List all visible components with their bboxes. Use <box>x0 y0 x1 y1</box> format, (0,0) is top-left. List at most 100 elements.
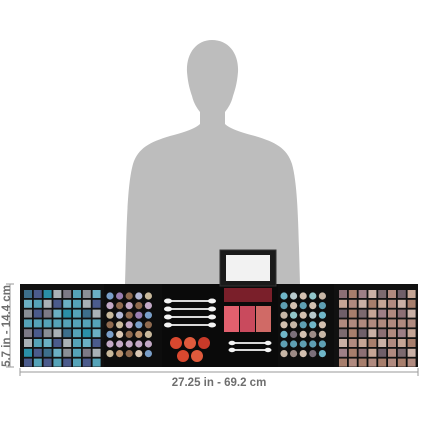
shadow-pan <box>92 358 101 367</box>
shadow-pan <box>368 358 377 367</box>
shadow-pan <box>348 309 357 318</box>
shadow-pan <box>82 348 91 357</box>
shadow-pan <box>280 330 288 338</box>
applicator-tip <box>264 340 272 346</box>
mirror-glass <box>226 255 270 281</box>
shadow-pan <box>368 339 377 347</box>
shadow-pan <box>407 290 416 298</box>
shadow-pan <box>280 321 288 329</box>
shadow-pan <box>24 329 32 338</box>
shadow-pan <box>24 290 32 298</box>
shadow-pan <box>280 311 288 319</box>
shadow-pan <box>388 290 396 298</box>
shadow-pan <box>33 290 42 298</box>
shadow-pan <box>82 329 91 338</box>
shadow-pan <box>144 302 152 310</box>
shadow-pan <box>318 340 326 348</box>
shadow-pan <box>299 350 307 358</box>
shadow-pan <box>24 339 32 347</box>
shadow-pan <box>116 350 124 358</box>
shadow-pan <box>135 321 143 329</box>
shadow-pan <box>378 339 387 347</box>
shadow-pan <box>290 350 298 358</box>
shadow-pan <box>73 329 81 338</box>
shadow-pan <box>290 311 298 319</box>
shadow-pan <box>43 319 52 328</box>
shadow-pan <box>125 302 133 310</box>
shadow-pan <box>290 302 298 310</box>
shadow-pan <box>407 348 416 357</box>
shadow-pan <box>339 290 347 298</box>
width-dimension <box>19 368 419 376</box>
shadow-pan <box>290 340 298 348</box>
shadow-pan <box>299 292 307 300</box>
shadow-pan <box>397 348 406 357</box>
shadow-pan <box>407 299 416 308</box>
shadow-pan <box>358 358 367 367</box>
shadow-pan <box>33 309 42 318</box>
shadow-pan <box>348 339 357 347</box>
product-photo: 5.7 in - 14.4 cm 27.25 in - 69.2 cm <box>1 40 419 389</box>
shadow-pan <box>106 340 114 348</box>
shadow-pan <box>280 292 288 300</box>
shadow-pan <box>53 348 62 357</box>
blush-trio <box>224 288 272 332</box>
shadow-pan <box>407 358 416 367</box>
shadow-pan <box>318 350 326 358</box>
shadow-pan <box>309 321 317 329</box>
shadow-pan <box>63 339 72 347</box>
shadow-pan <box>125 311 133 319</box>
applicator-handle <box>168 316 212 318</box>
shadow-pan <box>388 329 396 338</box>
shadow-pan <box>407 319 416 328</box>
person-silhouette <box>125 40 300 284</box>
shadow-pan <box>125 350 133 358</box>
shadow-pan <box>358 290 367 298</box>
blush-pan <box>198 337 210 349</box>
shadow-pan <box>368 348 377 357</box>
shadow-pan <box>63 329 72 338</box>
shadow-pan <box>368 290 377 298</box>
shadow-pan <box>388 309 396 318</box>
applicator-tip <box>164 314 172 320</box>
shadow-pan <box>144 340 152 348</box>
shadow-pan <box>407 339 416 347</box>
shadow-pan <box>348 290 357 298</box>
shadow-pan <box>348 299 357 308</box>
shadow-pan <box>135 311 143 319</box>
shadow-pan <box>397 299 406 308</box>
shadow-pan <box>106 292 114 300</box>
applicator-tip <box>208 298 216 304</box>
shadow-pan <box>106 330 114 338</box>
shadow-pan <box>53 339 62 347</box>
shadow-pan <box>388 358 396 367</box>
blush-pan <box>256 306 271 332</box>
shadow-pan <box>43 309 52 318</box>
shadow-pan <box>24 309 32 318</box>
shadow-pan <box>53 319 62 328</box>
shadow-pan <box>358 309 367 318</box>
blush-pan <box>177 350 189 362</box>
shadow-pan <box>43 358 52 367</box>
shadow-pan <box>348 319 357 328</box>
shadow-pan <box>73 339 81 347</box>
shadow-pan <box>125 321 133 329</box>
shadow-pan <box>43 329 52 338</box>
shadow-pan <box>339 358 347 367</box>
blush-pan <box>184 337 196 349</box>
shadow-pan <box>318 302 326 310</box>
shadow-pan <box>92 348 101 357</box>
height-label: 5.7 in - 14.4 cm <box>1 285 13 367</box>
shadow-pan <box>135 350 143 358</box>
shadow-pan <box>368 309 377 318</box>
shadow-pan <box>53 290 62 298</box>
shadow-pan <box>116 330 124 338</box>
shadow-pan <box>116 311 124 319</box>
shadow-pan <box>24 358 32 367</box>
applicator-tip <box>164 298 172 304</box>
shadow-pan <box>82 290 91 298</box>
shadow-pan <box>33 329 42 338</box>
shadow-pan <box>125 330 133 338</box>
shadow-pan <box>348 329 357 338</box>
shadow-pan <box>378 348 387 357</box>
